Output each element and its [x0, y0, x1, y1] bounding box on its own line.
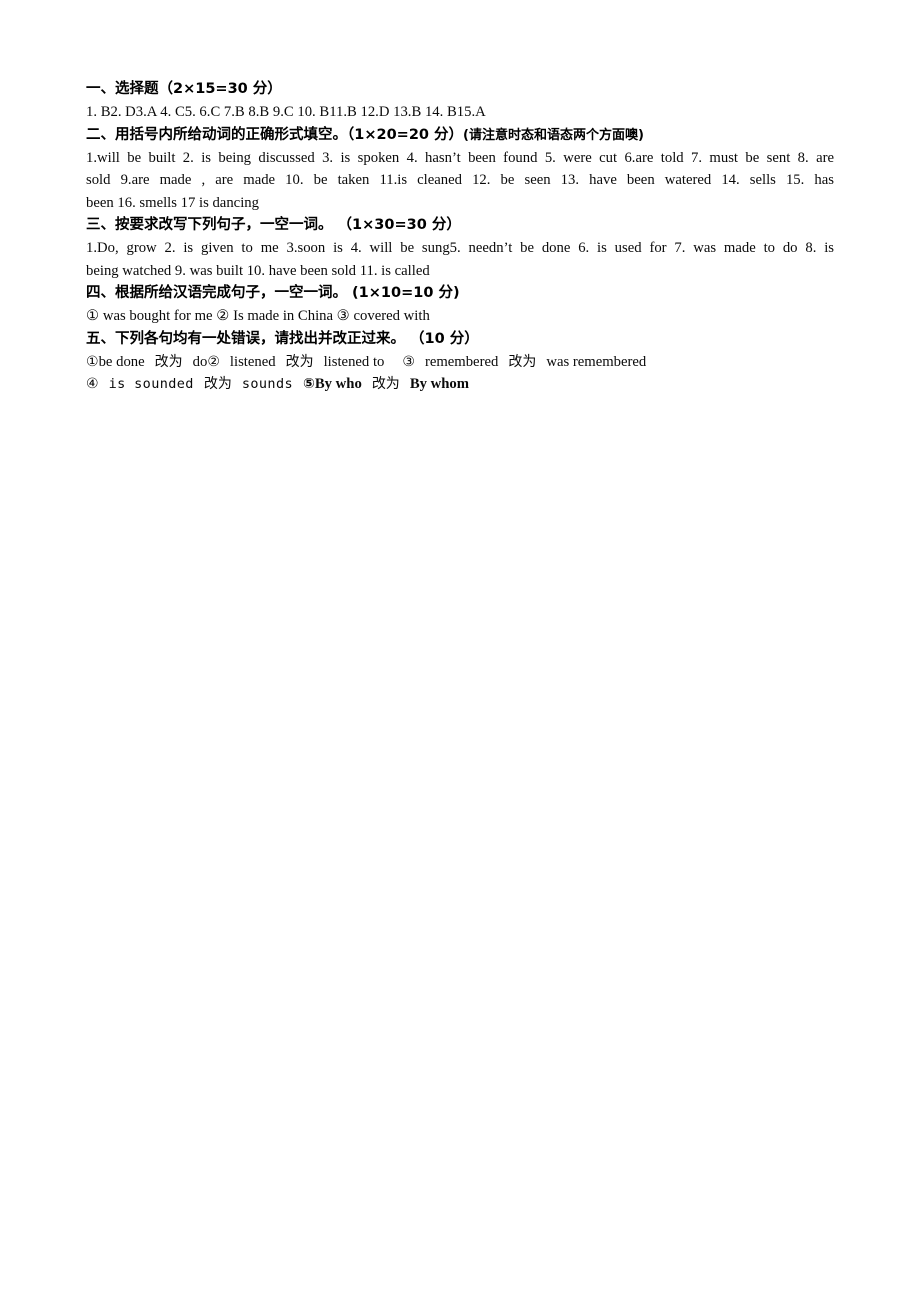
section-5: 五、下列各句均有一处错误，请找出并改正过来。 （10 分） ①be done 改为… [86, 328, 834, 396]
section-2-heading-note: (请注意时态和语态两个方面噢) [463, 127, 644, 143]
correction-right-4: sounds [241, 376, 294, 392]
section-4-heading: 四、根据所给汉语完成句子，一空一词。 (1×10=10 分) [86, 285, 460, 301]
correction-wrong-3: remembered [424, 353, 499, 370]
correction-right-1: do [192, 353, 208, 370]
correction-right-3: was remembered [546, 353, 647, 370]
correction-mark-2: ② [207, 353, 220, 370]
section-3-heading: 三、按要求改写下列句子，一空一词。 （1×30=30 分） [86, 217, 461, 233]
correction-mark-3: ③ [402, 353, 415, 370]
document-page: 一、选择题（2×15=30 分） 1. B2. D3.A 4. C5. 6.C … [0, 0, 920, 1302]
correction-wrong-2: listened [229, 353, 276, 370]
section-1: 一、选择题（2×15=30 分） 1. B2. D3.A 4. C5. 6.C … [86, 78, 834, 124]
correction-label-4: 改为 [203, 376, 232, 392]
document-body: 一、选择题（2×15=30 分） 1. B2. D3.A 4. C5. 6.C … [86, 78, 834, 396]
section-3-answers-line-1: 1.Do, grow 2. is given to me 3.soon is 4… [86, 240, 834, 256]
section-2-heading-main: 二、用括号内所给动词的正确形式填空。（1×20=20 分） [86, 126, 464, 143]
section-5-corrections-line-1: ①be done 改为 do② listened 改为 listened to ③ remem… [86, 351, 834, 374]
correction-mark-1: ① [86, 353, 99, 370]
correction-wrong-1: be done [98, 353, 145, 370]
correction-label-1: 改为 [154, 353, 183, 370]
correction-wrong-4: is sounded [108, 376, 194, 392]
section-5-corrections-line-2: ④ is sounded 改为 sounds ⑤By who 改为 By whom [86, 373, 834, 396]
correction-wrong-5: By who [314, 376, 362, 392]
section-2: 二、用括号内所给动词的正确形式填空。（1×20=20 分）(请注意时态和语态两个… [86, 124, 834, 215]
section-3: 三、按要求改写下列句子，一空一词。 （1×30=30 分） 1.Do, grow… [86, 214, 834, 282]
correction-mark-4: ④ [86, 376, 99, 392]
section-1-answers-line-1: 1. B2. D3.A 4. C5. 6.C 7.B 8.B 9.C 10. B… [86, 104, 486, 120]
section-2-heading: 二、用括号内所给动词的正确形式填空。（1×20=20 分）(请注意时态和语态两个… [86, 124, 834, 147]
correction-label-3: 改为 [508, 353, 537, 370]
section-1-heading: 一、选择题（2×15=30 分） [86, 81, 282, 97]
correction-label-2: 改为 [285, 353, 314, 370]
correction-mark-5: ⑤ [303, 376, 315, 392]
section-2-answers-line-3: been 16. smells 17 is dancing [86, 194, 259, 211]
section-4: 四、根据所给汉语完成句子，一空一词。 (1×10=10 分) ① was bou… [86, 282, 834, 328]
correction-right-5: By whom [409, 376, 469, 392]
correction-right-2: listened to [323, 353, 385, 370]
section-4-answers-line-1: ① was bought for me ② Is made in China ③… [86, 308, 430, 324]
correction-label-5: 改为 [371, 376, 400, 392]
section-3-answers-line-2: being watched 9. was built 10. have been… [86, 262, 430, 279]
section-5-heading: 五、下列各句均有一处错误，请找出并改正过来。 （10 分） [86, 330, 479, 347]
section-2-answers-line-2: sold 9.are made , are made 10. be taken … [86, 172, 834, 188]
section-2-answers-line-1: 1.will be built 2. is being discussed 3.… [86, 149, 834, 166]
